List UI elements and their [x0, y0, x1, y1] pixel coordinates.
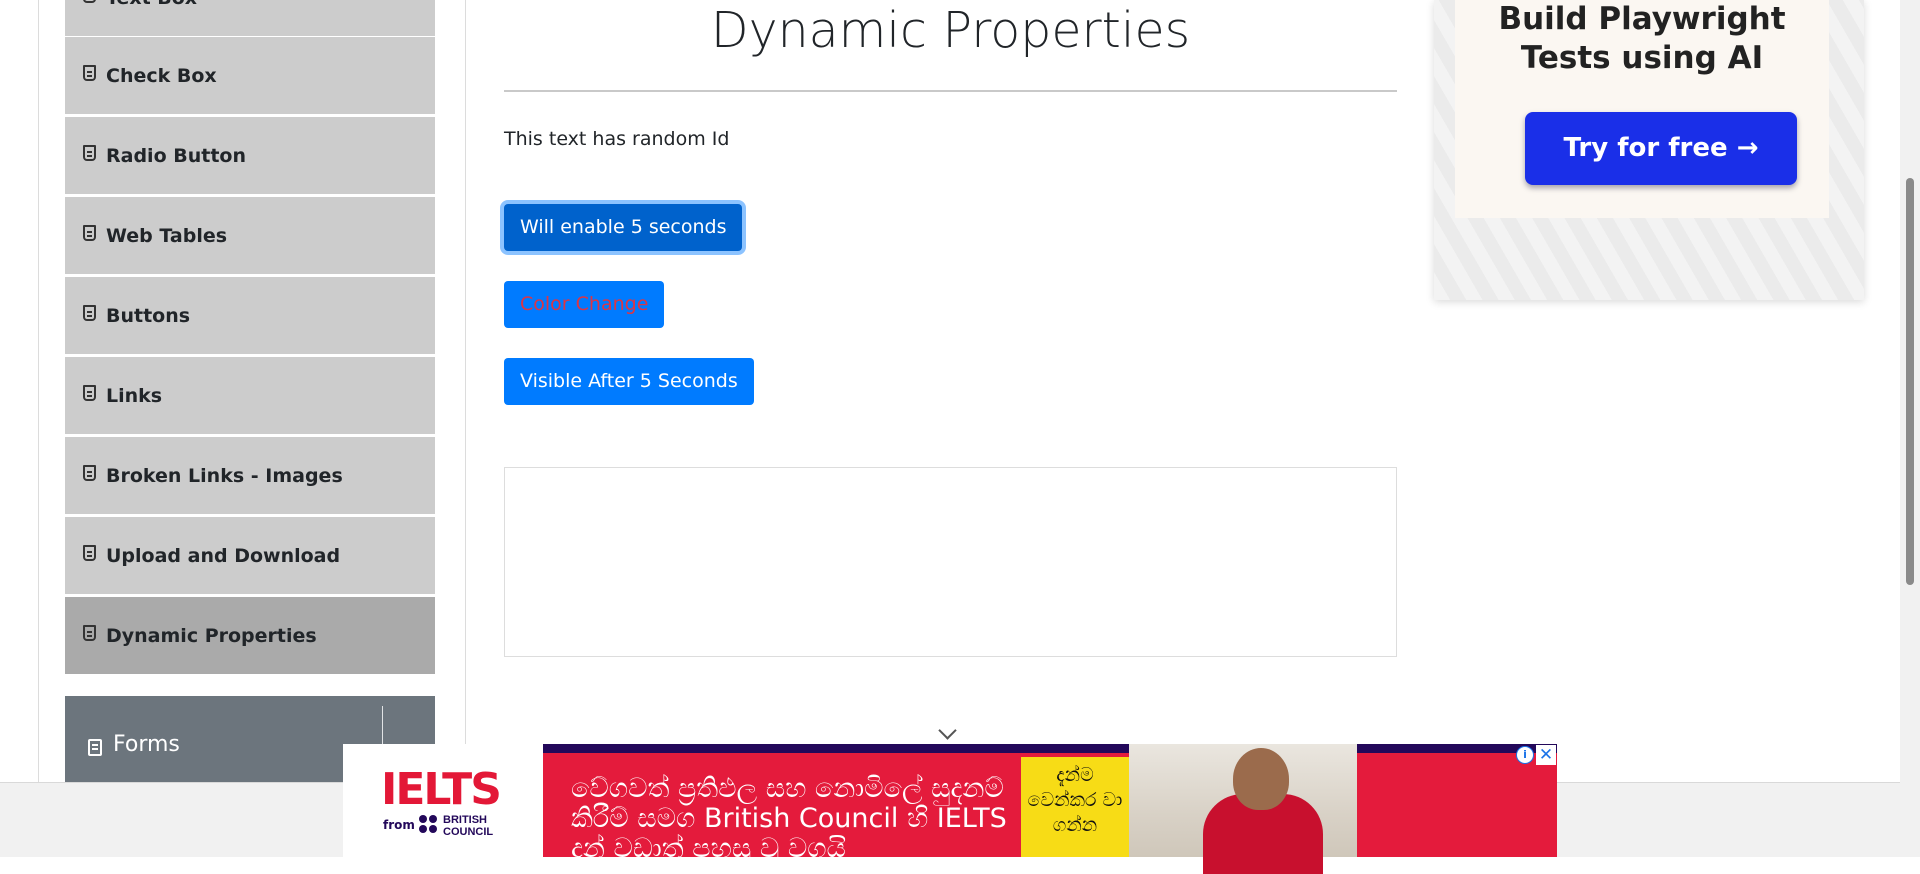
- sidebar-item-label: Broken Links - Images: [106, 464, 343, 487]
- sidebar-item-dynamic-properties[interactable]: Dynamic Properties: [65, 596, 435, 674]
- chevron-down-icon[interactable]: [938, 721, 957, 740]
- bottom-banner-ad[interactable]: IELTS from BRITISH COUNCIL වේගවත් ප්‍රති…: [343, 744, 1557, 874]
- ad-text: වේගවත් ප්‍රතිඵල සහ නොමිලේ සුදනම් කිරීම් …: [571, 773, 1007, 864]
- sidebar-item-label: Radio Button: [106, 144, 246, 167]
- person-head: [1233, 748, 1289, 810]
- british-council-label: BRITISH COUNCIL: [443, 814, 494, 838]
- sidebar-item-label: Dynamic Properties: [106, 624, 317, 647]
- sidebar-item-label: Upload and Download: [106, 544, 341, 567]
- ad-headline: Build Playwright Tests using AI: [1498, 1, 1786, 76]
- html5-icon: [83, 304, 96, 321]
- adchoices-icon[interactable]: i: [1516, 746, 1534, 764]
- html5-icon: [83, 624, 96, 641]
- empty-content-box: [504, 467, 1397, 657]
- ad-photo: [1129, 744, 1357, 874]
- html5-icon: [83, 544, 96, 561]
- sidebar-item-broken-links[interactable]: Broken Links - Images: [65, 436, 435, 514]
- sidebar-item-radio-button[interactable]: Radio Button: [65, 116, 435, 194]
- html5-icon: [83, 64, 96, 81]
- sidebar-item-label: Web Tables: [106, 224, 228, 247]
- scrollbar-thumb[interactable]: [1906, 178, 1914, 585]
- sidebar-item-label: Buttons: [106, 304, 191, 327]
- html5-icon: [83, 384, 96, 401]
- sidebar-item-web-tables[interactable]: Web Tables: [65, 196, 435, 274]
- try-for-free-button[interactable]: Try for free →: [1525, 112, 1797, 185]
- from-label: from: [383, 818, 415, 832]
- page-title: Dynamic Properties: [710, 2, 1191, 59]
- sidebar-divider: [465, 0, 466, 782]
- html5-icon: [83, 144, 96, 161]
- title-divider: [504, 90, 1397, 92]
- sidebar-item-label: Check Box: [106, 64, 217, 87]
- html5-icon: [83, 224, 96, 241]
- sidebar-item-links[interactable]: Links: [65, 356, 435, 434]
- visible-after-button[interactable]: Visible After 5 Seconds: [504, 358, 754, 405]
- ielts-logo: IELTS: [381, 764, 502, 815]
- ielts-logo-panel: IELTS from BRITISH COUNCIL: [343, 744, 543, 857]
- vertical-scrollbar[interactable]: [1900, 0, 1920, 857]
- html5-icon: [83, 0, 96, 3]
- html5-icon: [83, 464, 96, 481]
- sidebar-item-upload-download[interactable]: Upload and Download: [65, 516, 435, 594]
- form-icon: [88, 739, 102, 756]
- book-now-button[interactable]: දැන්ම වෙන්කර වා ගන්න: [1021, 757, 1129, 857]
- ad-panel: Build Playwright Tests using AI Try for …: [1455, 0, 1829, 218]
- sidebar-item-buttons[interactable]: Buttons: [65, 276, 435, 354]
- sidebar-ad[interactable]: Build Playwright Tests using AI Try for …: [1434, 0, 1864, 300]
- forms-group-label: Forms: [113, 732, 180, 757]
- close-icon[interactable]: ✕: [1536, 745, 1556, 765]
- left-divider: [38, 0, 39, 782]
- sidebar-item-check-box[interactable]: Check Box: [65, 36, 435, 114]
- random-id-text: This text has random Id: [504, 128, 730, 150]
- sidebar-item-label: Links: [106, 384, 163, 407]
- sidebar-item-text-box[interactable]: Text Box: [65, 0, 435, 36]
- british-council-logo-icon: [419, 815, 439, 835]
- enable-after-button[interactable]: Will enable 5 seconds: [504, 204, 743, 251]
- color-change-button[interactable]: Color Change: [504, 281, 665, 328]
- sidebar-item-label: Text Box: [106, 0, 197, 9]
